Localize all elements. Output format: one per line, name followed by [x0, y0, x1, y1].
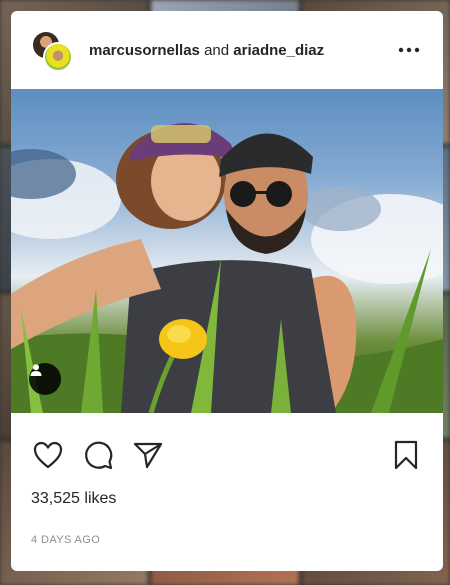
user-tag-icon: [30, 364, 42, 376]
likes-label: likes: [84, 490, 117, 507]
avatar[interactable]: [43, 42, 73, 72]
post-timestamp[interactable]: 4 DAYS AGO: [11, 534, 443, 546]
bookmark-icon: [394, 440, 418, 470]
post-photo: [11, 123, 443, 413]
post-header: marcusornellas and ariadne_diaz: [11, 11, 443, 89]
author-1-link[interactable]: marcusornellas: [89, 42, 200, 59]
heart-icon: [33, 441, 63, 469]
likes-number: 33,525: [31, 490, 80, 507]
comment-icon: [85, 441, 113, 470]
comment-button[interactable]: [81, 438, 115, 472]
like-button[interactable]: [31, 438, 65, 472]
more-options-icon: [398, 47, 420, 53]
post-image[interactable]: [11, 89, 443, 413]
post-card: marcusornellas and ariadne_diaz 33,525 l…: [11, 11, 443, 571]
save-button[interactable]: [389, 438, 423, 472]
likes-count[interactable]: 33,525 likes: [11, 490, 443, 508]
share-icon: [133, 442, 163, 469]
authors-connector: and: [204, 41, 230, 59]
share-button[interactable]: [131, 438, 165, 472]
action-bar: [11, 413, 443, 497]
more-options-button[interactable]: [395, 36, 423, 64]
author-avatars[interactable]: [31, 28, 79, 72]
author-2-link[interactable]: ariadne_diaz: [233, 42, 324, 59]
post-authors: marcusornellas and ariadne_diaz: [89, 42, 324, 59]
user-tag-button[interactable]: [29, 363, 61, 395]
